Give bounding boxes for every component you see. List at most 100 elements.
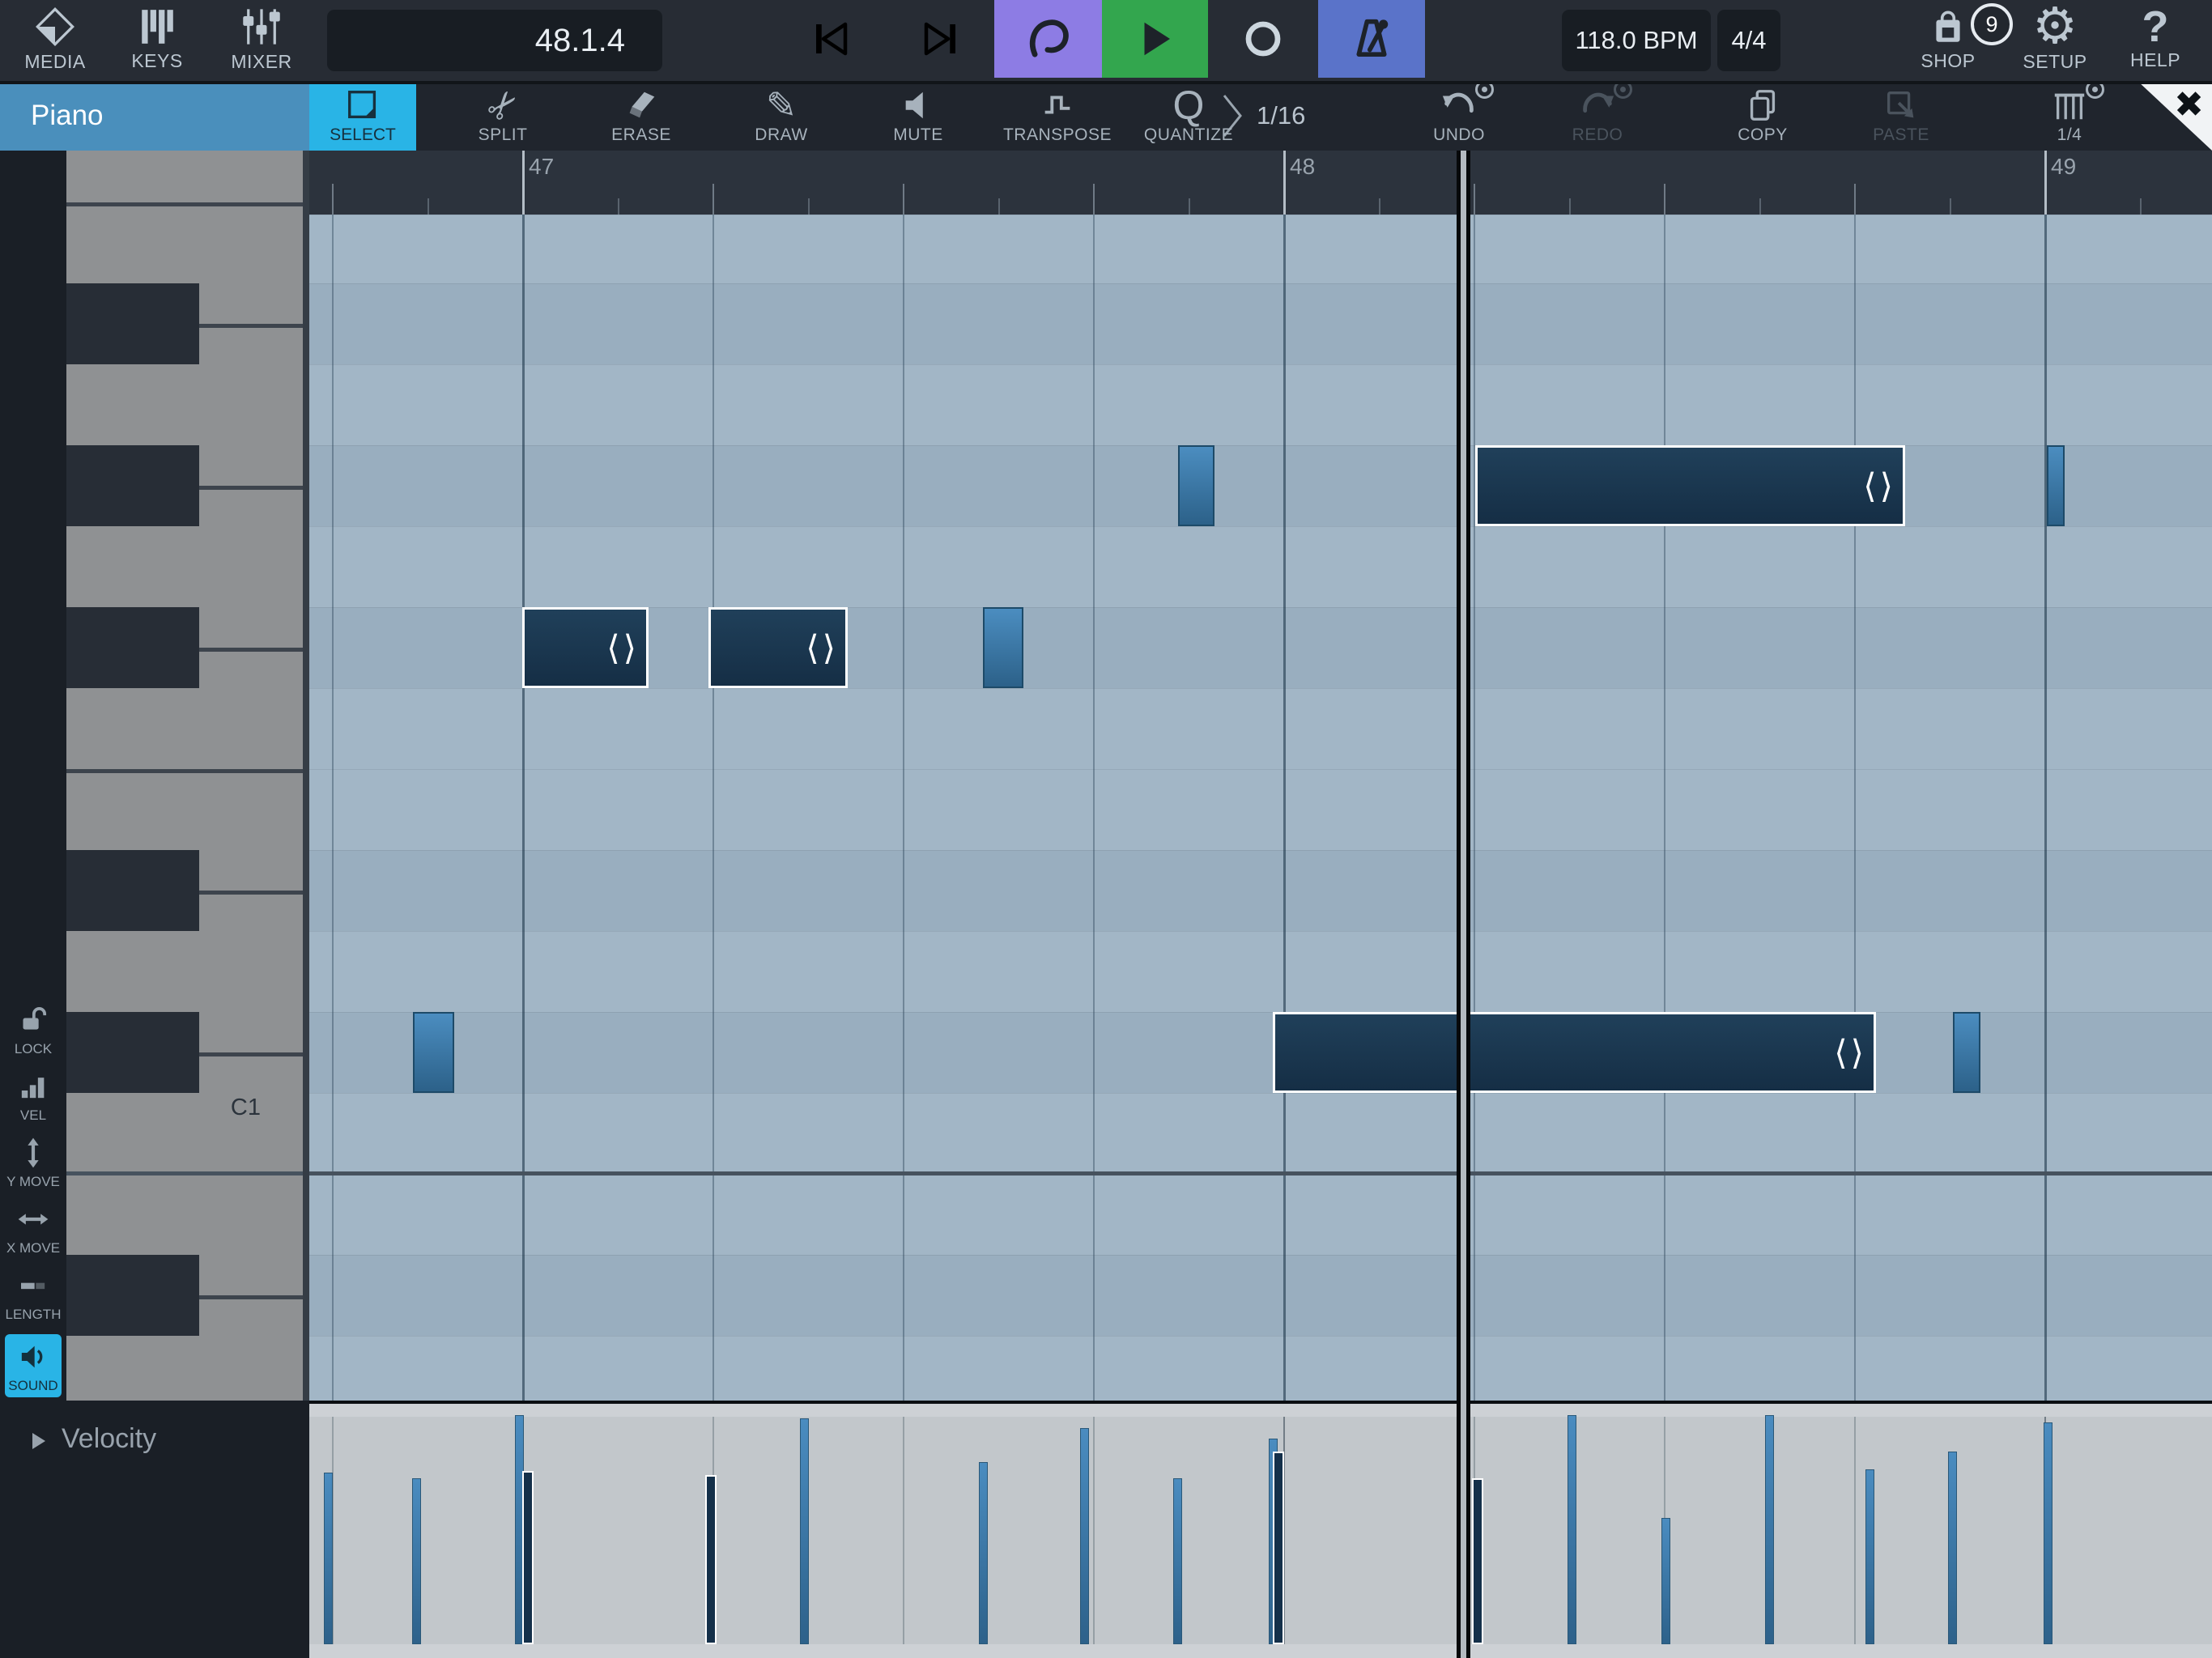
velocity-bar-selected[interactable] — [1273, 1452, 1284, 1644]
play-button[interactable] — [1102, 0, 1208, 78]
velocity-bar[interactable] — [979, 1462, 988, 1644]
track-name-tab[interactable]: Piano — [0, 81, 309, 151]
playhead[interactable] — [1457, 151, 1470, 1658]
note-resize-handle[interactable]: ⟨⟩ — [1863, 466, 1896, 506]
midi-note[interactable] — [1953, 1012, 1980, 1093]
ruler-halfbeat-tick — [1950, 198, 1951, 215]
song-position-display[interactable]: 48.1.4 — [327, 10, 662, 71]
note-resize-handle[interactable]: ⟨⟩ — [1834, 1033, 1867, 1073]
select-tool-icon — [344, 87, 381, 124]
velocity-lane-inner — [309, 1417, 2212, 1644]
rail-ymove-button[interactable]: Y MOVE — [0, 1143, 66, 1190]
ruler-measure-number: 48 — [1290, 154, 1315, 180]
select-tool-button[interactable]: SELECT — [309, 81, 416, 151]
ruler-measure-number: 47 — [529, 154, 554, 180]
shop-label: SHOP — [1921, 50, 1975, 72]
close-editor-button[interactable]: ✖ — [2138, 81, 2212, 151]
black-key[interactable] — [66, 283, 199, 364]
rail-vel-button[interactable]: VEL — [0, 1077, 66, 1124]
velocity-bar-selected[interactable] — [522, 1471, 534, 1644]
grid-row-D1 — [309, 931, 2212, 1012]
velocity-bar[interactable] — [1948, 1452, 1957, 1644]
edit-undo-button[interactable]: UNDO — [1398, 81, 1520, 151]
cycle-button[interactable] — [994, 0, 1102, 78]
velocity-bar[interactable] — [1661, 1518, 1670, 1644]
midi-note[interactable] — [413, 1012, 454, 1093]
ruler-halfbeat-tick — [1189, 198, 1190, 215]
tool-draw-button[interactable]: ✎DRAW — [721, 81, 842, 151]
mixer-label: MIXER — [231, 51, 291, 73]
black-key[interactable] — [66, 1255, 199, 1336]
white-key-separator — [199, 648, 303, 652]
length-icon — [17, 1269, 49, 1302]
help-button[interactable]: ? HELP — [2113, 0, 2197, 78]
measure-line — [2044, 215, 2047, 1401]
edit-copy-button[interactable]: COPY — [1702, 81, 1823, 151]
black-key[interactable] — [66, 607, 199, 688]
rail-length-button[interactable]: LENGTH — [0, 1276, 66, 1323]
vel-icon — [17, 1070, 49, 1103]
velocity-bar[interactable] — [1568, 1415, 1576, 1644]
time-signature-display[interactable]: 4/4 — [1717, 10, 1780, 71]
edit-grid-button[interactable]: 1/4 — [2009, 81, 2130, 151]
velocity-panel-header[interactable]: Velocity — [0, 1401, 309, 1658]
grid-row-G1 — [309, 526, 2212, 607]
velocity-bar[interactable] — [1865, 1469, 1874, 1644]
beat-line — [1093, 215, 1095, 1401]
midi-note[interactable] — [2047, 445, 2065, 526]
draw-label: DRAW — [755, 125, 807, 145]
velocity-bar[interactable] — [1765, 1415, 1774, 1644]
ruler-beat-tick — [1474, 184, 1475, 215]
grid-row-Gs1 — [309, 445, 2212, 526]
rewind-button[interactable] — [792, 0, 870, 78]
timeline-ruler[interactable] — [309, 151, 2212, 215]
rail-sound-button[interactable]: SOUND — [5, 1334, 62, 1397]
black-key[interactable] — [66, 850, 199, 931]
midi-note-selected[interactable]: ⟨⟩ — [1273, 1012, 1876, 1093]
media-button[interactable]: MEDIA — [13, 0, 97, 78]
tool-split-button[interactable]: ✂SPLIT — [442, 81, 564, 151]
quantize-value[interactable]: 1/16 — [1257, 81, 1305, 151]
black-key[interactable] — [66, 445, 199, 526]
velocity-bar-selected[interactable] — [1472, 1478, 1483, 1644]
piano-keys-icon — [137, 6, 177, 47]
loop-cycle-icon — [1027, 17, 1070, 61]
grid-row-C1 — [309, 1093, 2212, 1174]
tool-transpose-button[interactable]: TRANSPOSE — [997, 81, 1118, 151]
ruler-halfbeat-tick — [1759, 198, 1761, 215]
velocity-bar[interactable] — [324, 1473, 333, 1644]
metronome-button[interactable] — [1318, 0, 1425, 78]
white-key-separator — [66, 202, 303, 206]
tool-mute-button[interactable]: MUTE — [857, 81, 979, 151]
midi-note[interactable] — [983, 607, 1023, 688]
velocity-bar[interactable] — [412, 1478, 421, 1644]
midi-note-selected[interactable]: ⟨⟩ — [522, 607, 649, 688]
velocity-bar[interactable] — [2044, 1422, 2052, 1644]
velocity-bar[interactable] — [800, 1418, 809, 1644]
black-key[interactable] — [66, 1012, 199, 1093]
lock-label: LOCK — [15, 1041, 52, 1057]
note-resize-handle[interactable]: ⟨⟩ — [606, 628, 640, 668]
tool-erase-button[interactable]: ERASE — [581, 81, 702, 151]
midi-note[interactable] — [1178, 445, 1214, 526]
note-resize-handle[interactable]: ⟨⟩ — [806, 628, 839, 668]
velocity-bar-selected[interactable] — [705, 1475, 717, 1644]
midi-note-selected[interactable]: ⟨⟩ — [1475, 445, 1905, 526]
record-button[interactable] — [1208, 0, 1318, 78]
velocity-bar[interactable] — [1080, 1428, 1089, 1644]
rail-xmove-button[interactable]: X MOVE — [0, 1209, 66, 1256]
forward-button[interactable] — [902, 0, 980, 78]
tool-quantize-button[interactable]: QQUANTIZE — [1128, 81, 1249, 151]
rail-lock-button[interactable]: LOCK — [0, 1010, 66, 1057]
ruler-halfbeat-tick — [2140, 198, 2142, 215]
play-icon — [1134, 17, 1177, 61]
setup-button[interactable]: ⚙ SETUP — [2013, 0, 2097, 78]
mixer-button[interactable]: MIXER — [219, 0, 304, 78]
velocity-bar[interactable] — [1173, 1478, 1182, 1644]
midi-note-selected[interactable]: ⟨⟩ — [708, 607, 848, 688]
mute-label: MUTE — [893, 125, 943, 145]
keys-button[interactable]: KEYS — [115, 0, 199, 78]
grid-row-Cs1 — [309, 1012, 2212, 1093]
tempo-display[interactable]: 118.0 BPM — [1562, 10, 1711, 71]
transpose-icon — [1039, 87, 1076, 124]
